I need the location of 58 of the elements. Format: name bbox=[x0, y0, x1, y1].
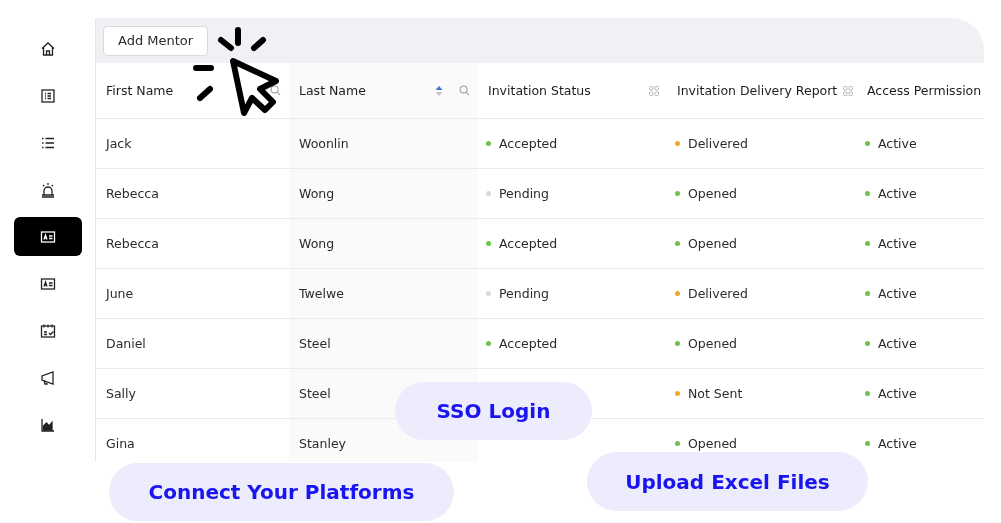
status-text: Active bbox=[878, 386, 917, 401]
status-text: Active bbox=[878, 286, 917, 301]
column-header[interactable]: Last Name bbox=[289, 63, 478, 118]
column-header[interactable]: Invitation Status bbox=[478, 63, 667, 118]
table-cell: Gina bbox=[106, 436, 135, 451]
status-text: Accepted bbox=[499, 136, 558, 151]
table-cell: Woonlin bbox=[299, 136, 349, 151]
search-icon[interactable] bbox=[270, 85, 281, 96]
sidebar-item[interactable] bbox=[13, 217, 82, 256]
id-card-icon bbox=[39, 275, 56, 292]
table-cell: Steel bbox=[299, 336, 331, 351]
table-cell: Rebecca bbox=[106, 236, 159, 251]
area-chart-icon bbox=[39, 416, 56, 433]
column-header[interactable]: First Name bbox=[96, 63, 289, 118]
callout-label: Upload Excel Files bbox=[587, 452, 868, 511]
megaphone-icon bbox=[39, 369, 56, 386]
status-text: Opened bbox=[688, 336, 737, 351]
table-cell: Wong bbox=[299, 186, 335, 201]
status-text: Active bbox=[878, 236, 917, 251]
status-text: Opened bbox=[688, 436, 737, 451]
table-cell: Rebecca bbox=[106, 186, 159, 201]
status-text: Opened bbox=[688, 186, 737, 201]
add-mentor-button[interactable]: Add Mentor bbox=[103, 25, 209, 56]
status-text: Delivered bbox=[688, 136, 748, 151]
table-cell: Stanley bbox=[299, 436, 346, 451]
status-text: Pending bbox=[499, 186, 549, 201]
status-text: Active bbox=[878, 136, 917, 151]
status-text: Pending bbox=[499, 286, 549, 301]
list-box-icon bbox=[39, 87, 56, 104]
table-cell: Jack bbox=[106, 136, 132, 151]
status-text: Active bbox=[878, 336, 917, 351]
status-text: Not Sent bbox=[688, 386, 743, 401]
callout-label: SSO Login bbox=[395, 382, 592, 440]
table-cell: Wong bbox=[299, 236, 335, 251]
column-header[interactable]: Access Permission bbox=[857, 63, 984, 118]
column-label: First Name bbox=[106, 83, 175, 98]
table-cell: June bbox=[106, 286, 134, 301]
status-text: Active bbox=[878, 436, 917, 451]
status-text: Accepted bbox=[499, 336, 558, 351]
status-text: Active bbox=[878, 186, 917, 201]
table-cell: Twelwe bbox=[299, 286, 344, 301]
table-cell: Daniel bbox=[106, 336, 146, 351]
column-label: Last Name bbox=[299, 83, 367, 98]
column-label: Invitation Delivery Report bbox=[677, 83, 838, 98]
status-text: Accepted bbox=[499, 236, 558, 251]
callout-label: Connect Your Platforms bbox=[109, 463, 454, 521]
column-header[interactable]: Invitation Delivery Report bbox=[667, 63, 857, 118]
alarm-icon bbox=[39, 181, 56, 198]
calendar-check-icon bbox=[39, 322, 56, 339]
sort-icon[interactable] bbox=[435, 84, 443, 97]
column-label: Access Permission bbox=[867, 83, 982, 98]
column-label: Invitation Status bbox=[488, 83, 592, 98]
table-cell: Sally bbox=[106, 386, 136, 401]
home-icon bbox=[39, 40, 56, 57]
table-cell: Steel bbox=[299, 386, 331, 401]
status-text: Opened bbox=[688, 236, 737, 251]
status-text: Delivered bbox=[688, 286, 748, 301]
id-card-icon bbox=[39, 228, 56, 245]
